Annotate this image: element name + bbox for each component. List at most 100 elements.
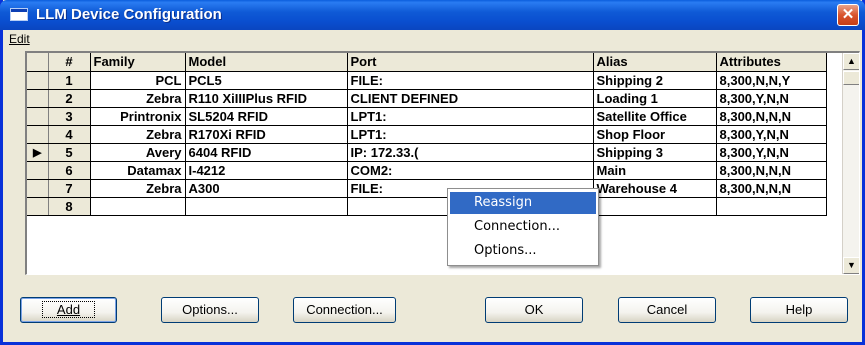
cell-attributes[interactable]: 8,300,Y,N,N <box>716 89 827 108</box>
cell-attributes[interactable]: 8,300,N,N,N <box>716 107 827 126</box>
add-button-label: Add <box>56 302 81 317</box>
context-menu-connection[interactable]: Connection... <box>450 216 596 238</box>
cell-model[interactable]: SL5204 RFID <box>185 107 348 126</box>
menu-edit[interactable]: Edit <box>9 32 30 46</box>
device-table: # Family Model Port Alias Attributes 1 PC… <box>27 53 827 216</box>
ok-button[interactable]: OK <box>485 297 583 323</box>
context-menu-reassign[interactable]: Reassign <box>450 192 596 214</box>
cell-port[interactable]: IP: 172.33.( <box>347 143 594 162</box>
cell-family[interactable]: PCL <box>90 71 186 90</box>
cell-alias[interactable]: Shipping 2 <box>593 71 717 90</box>
scroll-up-button[interactable]: ▲ <box>843 53 859 70</box>
row-selector[interactable] <box>27 197 49 216</box>
add-button[interactable]: Add <box>20 297 117 323</box>
table-row[interactable]: 8 <box>27 197 827 216</box>
cell-attributes[interactable]: 8,300,N,N,N <box>716 161 827 180</box>
close-button[interactable]: ✕ <box>837 4 859 26</box>
row-selector[interactable] <box>27 89 49 108</box>
cell-num[interactable]: 1 <box>48 71 91 90</box>
help-button[interactable]: Help <box>750 297 848 323</box>
cell-num[interactable]: 5 <box>48 143 91 162</box>
cell-alias[interactable]: Warehouse 4 <box>593 179 717 198</box>
header-family[interactable]: Family <box>90 53 186 72</box>
cell-alias[interactable]: Loading 1 <box>593 89 717 108</box>
cell-num[interactable]: 4 <box>48 125 91 144</box>
device-config-window: LLM Device Configuration ✕ Edit # Family <box>0 0 865 345</box>
header-attributes[interactable]: Attributes <box>716 53 827 72</box>
table-row[interactable]: 4 Zebra R170Xi RFID LPT1: Shop Floor 8,300,Y,… <box>27 125 827 144</box>
cell-attributes[interactable] <box>716 197 827 216</box>
cell-attributes[interactable]: 8,300,Y,N,N <box>716 143 827 162</box>
cell-model[interactable]: A300 <box>185 179 348 198</box>
vertical-scrollbar[interactable]: ▲ ▼ <box>842 53 859 274</box>
header-port[interactable]: Port <box>347 53 594 72</box>
table-row[interactable]: 1 PCL PCL5 FILE: Shipping 2 8,300,N,N,Y <box>27 71 827 90</box>
cell-port[interactable]: COM2: <box>347 161 594 180</box>
cell-family[interactable]: Zebra <box>90 125 186 144</box>
scroll-down-button[interactable]: ▼ <box>843 257 859 274</box>
context-menu: Reassign Connection... Options... <box>447 188 599 266</box>
row-selector[interactable] <box>27 107 49 126</box>
table-row[interactable]: 3 Printronix SL5204 RFID LPT1: Satellite Off… <box>27 107 827 126</box>
cell-num[interactable]: 7 <box>48 179 91 198</box>
row-selector[interactable] <box>27 71 49 90</box>
options-button[interactable]: Options... <box>161 297 259 323</box>
cell-alias[interactable]: Shipping 3 <box>593 143 717 162</box>
menu-bar: Edit <box>3 30 862 50</box>
device-grid[interactable]: # Family Model Port Alias Attributes 1 PC… <box>25 51 860 275</box>
cell-alias[interactable]: Satellite Office <box>593 107 717 126</box>
cell-alias[interactable] <box>593 197 717 216</box>
help-button-label: Help <box>785 302 813 317</box>
header-num[interactable]: # <box>48 53 91 72</box>
cell-port[interactable]: CLIENT DEFINED <box>347 89 594 108</box>
row-selector[interactable] <box>27 179 49 198</box>
header-model[interactable]: Model <box>185 53 348 72</box>
cell-attributes[interactable]: 8,300,N,N,Y <box>716 71 827 90</box>
cell-port[interactable]: FILE: <box>347 71 594 90</box>
cell-model[interactable] <box>185 197 348 216</box>
window-icon <box>10 8 28 21</box>
cell-alias[interactable]: Shop Floor <box>593 125 717 144</box>
cell-model[interactable]: 6404 RFID <box>185 143 348 162</box>
menu-edit-label: Edit <box>9 32 30 46</box>
cell-model[interactable]: I-4212 <box>185 161 348 180</box>
cell-attributes[interactable]: 8,300,N,N,N <box>716 179 827 198</box>
connection-button[interactable]: Connection... <box>293 297 396 323</box>
cancel-button-label: Cancel <box>646 302 688 317</box>
context-menu-options[interactable]: Options... <box>450 240 596 262</box>
ok-button-label: OK <box>524 302 544 317</box>
cell-model[interactable]: PCL5 <box>185 71 348 90</box>
cell-port[interactable]: LPT1: <box>347 107 594 126</box>
header-alias[interactable]: Alias <box>593 53 717 72</box>
cell-alias[interactable]: Main <box>593 161 717 180</box>
scroll-thumb[interactable] <box>843 71 859 85</box>
cell-family[interactable]: Zebra <box>90 179 186 198</box>
cell-family[interactable]: Printronix <box>90 107 186 126</box>
cell-num[interactable]: 6 <box>48 161 91 180</box>
cell-port[interactable]: LPT1: <box>347 125 594 144</box>
cell-attributes[interactable]: 8,300,Y,N,N <box>716 125 827 144</box>
window-title: LLM Device Configuration <box>36 6 222 23</box>
table-row[interactable]: 2 Zebra R110 XiIIIPlus RFID CLIENT DEFINED L… <box>27 89 827 108</box>
cell-num[interactable]: 8 <box>48 197 91 216</box>
title-bar[interactable]: LLM Device Configuration ✕ <box>0 0 865 30</box>
cell-family[interactable]: Zebra <box>90 89 186 108</box>
table-row[interactable]: ▶ 5 Avery 6404 RFID IP: 172.33.(Shipping 3 8,… <box>27 143 827 162</box>
cell-family[interactable]: Avery <box>90 143 186 162</box>
row-pointer-icon: ▶ <box>33 146 42 159</box>
row-selector[interactable]: ▶ <box>27 143 49 162</box>
row-selector[interactable] <box>27 125 49 144</box>
table-row[interactable]: 6 Datamax I-4212 COM2: Main 8,300,N,N,N <box>27 161 827 180</box>
cell-num[interactable]: 3 <box>48 107 91 126</box>
connection-button-label: Connection... <box>306 302 383 317</box>
header-row-selector[interactable] <box>27 53 49 72</box>
cell-num[interactable]: 2 <box>48 89 91 108</box>
options-button-label: Options... <box>182 302 238 317</box>
table-row[interactable]: 7 Zebra A300 FILE: Warehouse 4 8,300,N,N,N <box>27 179 827 198</box>
cell-family[interactable]: Datamax <box>90 161 186 180</box>
row-selector[interactable] <box>27 161 49 180</box>
cancel-button[interactable]: Cancel <box>618 297 716 323</box>
cell-model[interactable]: R110 XiIIIPlus RFID <box>185 89 348 108</box>
cell-family[interactable] <box>90 197 186 216</box>
cell-model[interactable]: R170Xi RFID <box>185 125 348 144</box>
